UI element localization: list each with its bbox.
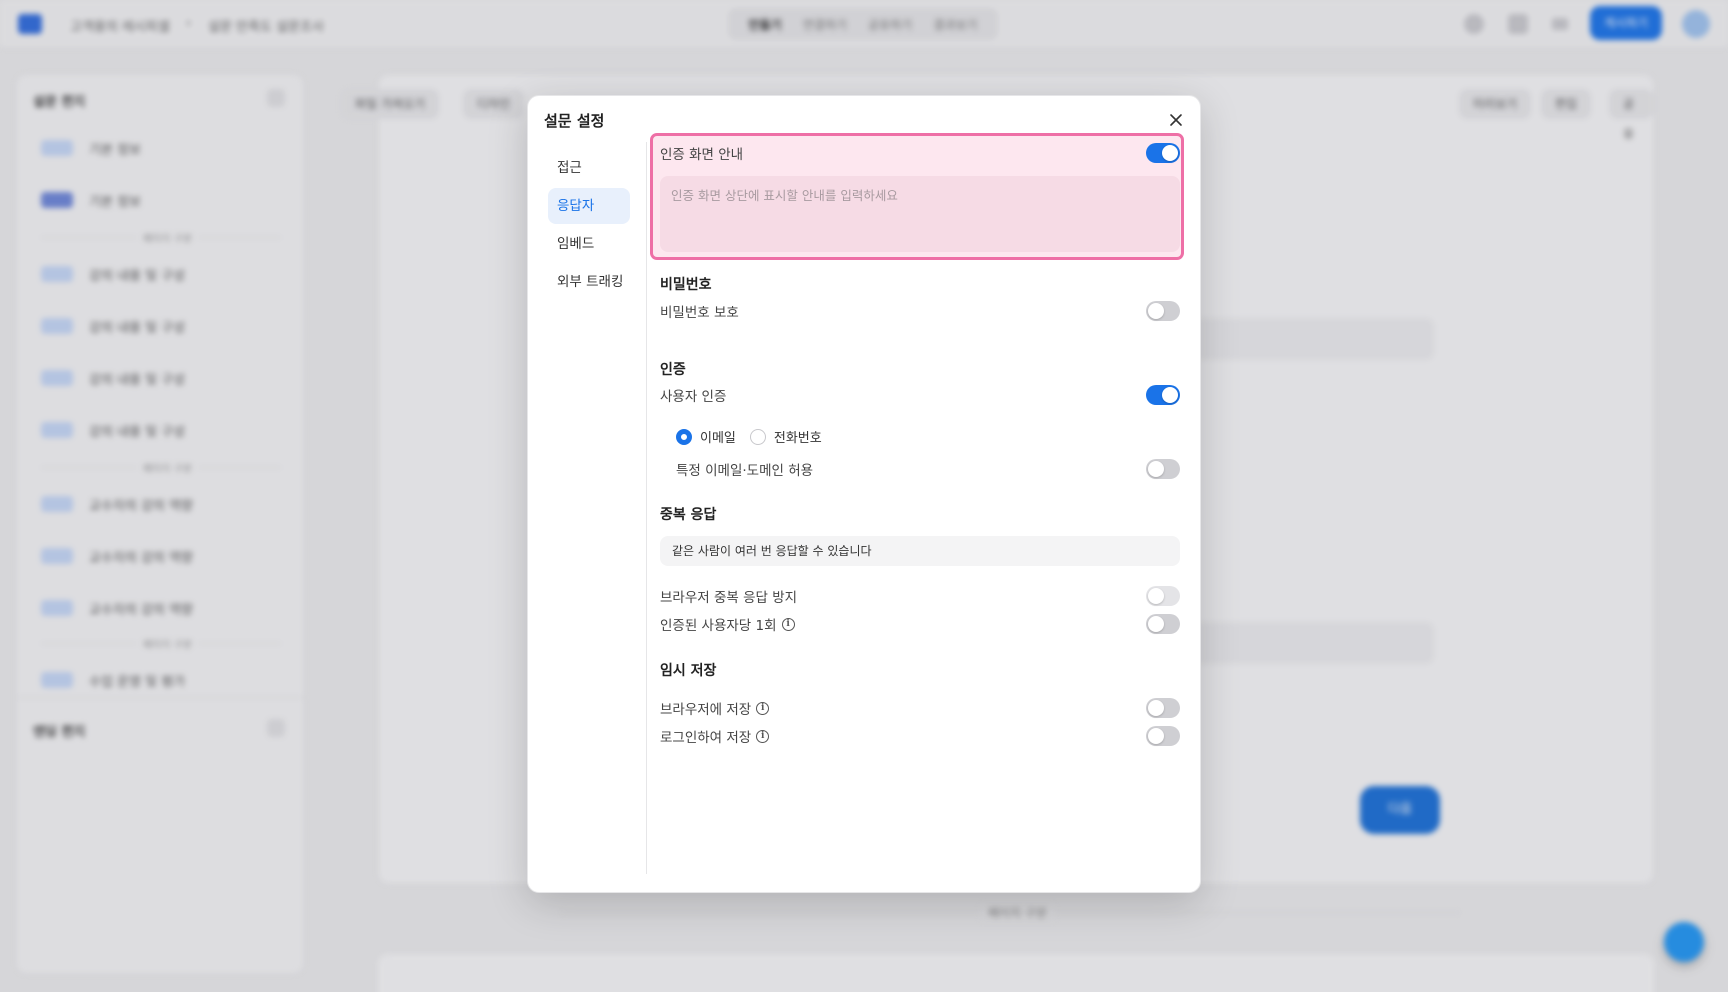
login-save-row: 로그인하여 저장 i bbox=[660, 723, 1180, 749]
auth-notice-row: 인증 화면 안내 bbox=[660, 140, 1180, 166]
browser-prevent-toggle[interactable] bbox=[1146, 586, 1180, 606]
settings-nav: 접근 응답자 임베드 외부 트래킹 bbox=[548, 150, 630, 302]
browser-save-label: 브라우저에 저장 bbox=[660, 702, 752, 718]
info-icon[interactable]: i bbox=[756, 701, 770, 715]
browser-prevent-row: 브라우저 중복 응답 방지 bbox=[660, 583, 1180, 609]
radio-unchecked-icon bbox=[749, 428, 766, 445]
per-user-label: 인증된 사용자당 1회 bbox=[660, 618, 777, 634]
browser-prevent-label: 브라우저 중복 응답 방지 bbox=[660, 590, 798, 606]
browser-save-row: 브라우저에 저장 i bbox=[660, 695, 1180, 721]
radio-checked-icon bbox=[676, 428, 692, 445]
password-section-title: 비밀번호 bbox=[660, 277, 712, 293]
allow-domain-label: 특정 이메일·도메인 허용 bbox=[676, 463, 814, 479]
nav-embed[interactable]: 임베드 bbox=[548, 226, 630, 262]
draft-section-title: 임시 저장 bbox=[660, 663, 717, 679]
duplicate-section-title: 중복 응답 bbox=[660, 507, 717, 523]
password-protect-label: 비밀번호 보호 bbox=[660, 305, 739, 321]
login-save-label-wrap: 로그인하여 저장 i bbox=[660, 726, 770, 746]
browser-save-toggle[interactable] bbox=[1146, 698, 1180, 718]
close-icon bbox=[1170, 114, 1182, 126]
login-save-toggle[interactable] bbox=[1146, 726, 1180, 746]
auth-method-email[interactable]: 이메일 bbox=[676, 427, 736, 446]
per-user-label-wrap: 인증된 사용자당 1회 i bbox=[660, 614, 795, 634]
password-protect-row: 비밀번호 보호 bbox=[660, 298, 1180, 324]
user-auth-toggle[interactable] bbox=[1146, 385, 1180, 405]
info-icon[interactable]: i bbox=[756, 729, 770, 743]
close-button[interactable] bbox=[1166, 110, 1186, 130]
per-user-row: 인증된 사용자당 1회 i bbox=[660, 611, 1180, 637]
auth-notice-toggle[interactable] bbox=[1146, 143, 1180, 163]
login-save-label: 로그인하여 저장 bbox=[660, 730, 752, 746]
allow-domain-row: 특정 이메일·도메인 허용 bbox=[676, 456, 1180, 482]
password-protect-toggle[interactable] bbox=[1146, 301, 1180, 321]
modal-title: 설문 설정 bbox=[544, 112, 605, 130]
nav-access[interactable]: 접근 bbox=[548, 150, 630, 186]
nav-external-tracking[interactable]: 외부 트래킹 bbox=[548, 264, 630, 300]
user-auth-row: 사용자 인증 bbox=[660, 382, 1180, 408]
allow-domain-toggle[interactable] bbox=[1146, 459, 1180, 479]
info-icon[interactable]: i bbox=[781, 617, 795, 631]
auth-notice-label: 인증 화면 안내 bbox=[660, 147, 744, 163]
duplicate-note: 같은 사람이 여러 번 응답할 수 있습니다 bbox=[660, 536, 1180, 566]
per-user-toggle[interactable] bbox=[1146, 614, 1180, 634]
nav-respondent[interactable]: 응답자 bbox=[548, 188, 630, 224]
auth-notice-textarea[interactable]: 인증 화면 상단에 표시할 안내를 입력하세요 bbox=[660, 176, 1180, 252]
nav-divider bbox=[646, 142, 647, 874]
survey-settings-modal: 설문 설정 접근 응답자 임베드 외부 트래킹 인증 화면 안내 인증 화면 상… bbox=[527, 95, 1201, 893]
auth-section-title: 인증 bbox=[660, 362, 686, 378]
browser-save-label-wrap: 브라우저에 저장 i bbox=[660, 698, 770, 718]
auth-method-phone[interactable]: 전화번호 bbox=[749, 427, 822, 446]
auth-method-group: 이메일 전화번호 bbox=[676, 427, 822, 446]
user-auth-label: 사용자 인증 bbox=[660, 389, 727, 405]
